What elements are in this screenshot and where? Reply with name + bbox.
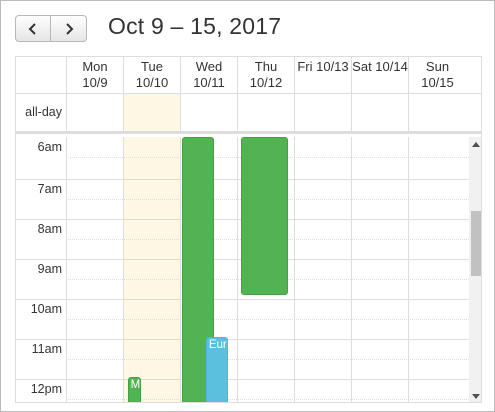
hour-row: 11am bbox=[16, 339, 469, 379]
day-header-date: 10/10 bbox=[135, 75, 169, 90]
column-divider bbox=[123, 137, 124, 402]
day-header-name: Thu bbox=[254, 59, 278, 74]
hour-row: 12pm bbox=[16, 379, 469, 402]
all-day-row: all-day bbox=[16, 94, 481, 134]
next-week-button[interactable] bbox=[51, 15, 87, 42]
day-header-4: Fri 10/13 bbox=[294, 57, 351, 94]
week-view: Mon 10/9 Tue 10/10 Wed 10/11 Thu 10/12 Fri 10/13… bbox=[15, 56, 482, 403]
hour-line bbox=[16, 379, 469, 380]
axis-divider bbox=[66, 57, 67, 94]
nav-button-group bbox=[15, 15, 87, 42]
time-grid[interactable]: 6am 7am 8am 9am 10am 11am 12pm Eur M bbox=[16, 137, 469, 402]
day-header-3: Thu 10/12 bbox=[237, 57, 294, 94]
arrow-up-icon bbox=[472, 142, 480, 147]
all-day-cell[interactable] bbox=[237, 94, 294, 131]
scrollbar-thumb[interactable] bbox=[471, 211, 481, 276]
arrow-down-icon bbox=[472, 394, 480, 399]
chevron-right-icon bbox=[65, 22, 73, 35]
day-header-name: Sat 10/14 bbox=[352, 59, 408, 74]
day-header-name: Sun bbox=[425, 59, 450, 74]
hour-label: 7am bbox=[37, 182, 62, 196]
day-header-1: Tue 10/10 bbox=[123, 57, 180, 94]
hour-line bbox=[16, 339, 469, 340]
prev-week-button[interactable] bbox=[15, 15, 51, 42]
all-day-cell[interactable] bbox=[351, 94, 408, 131]
day-header-date: 10/12 bbox=[249, 75, 283, 90]
day-header-date: 10/9 bbox=[82, 75, 108, 90]
day-header-date: 10/11 bbox=[193, 75, 225, 90]
hour-line bbox=[16, 299, 469, 300]
column-divider bbox=[66, 137, 67, 402]
all-day-cell[interactable] bbox=[66, 94, 123, 131]
calendar-window: Oct 9 – 15, 2017 Mon 10/9 Tue 10/10 Wed 10/11… bbox=[0, 0, 495, 412]
all-day-cell[interactable] bbox=[408, 94, 466, 131]
hour-label: 11am bbox=[31, 342, 62, 356]
column-divider bbox=[408, 137, 409, 402]
calendar-event[interactable]: Eur bbox=[205, 337, 229, 402]
all-day-cell[interactable] bbox=[180, 94, 237, 131]
hour-label: 9am bbox=[37, 262, 62, 276]
event-title: M bbox=[130, 379, 141, 391]
hour-label: 6am bbox=[37, 140, 62, 154]
column-divider bbox=[237, 137, 238, 402]
day-header-name: Wed bbox=[195, 59, 223, 74]
all-day-cell[interactable] bbox=[294, 94, 351, 131]
chevron-left-icon bbox=[28, 22, 36, 35]
column-divider bbox=[294, 137, 295, 402]
all-day-cell[interactable] bbox=[123, 94, 180, 131]
calendar-event[interactable] bbox=[241, 137, 288, 295]
day-header-6: Sun 10/15 bbox=[408, 57, 466, 94]
event-title: Eur bbox=[208, 339, 227, 351]
day-header-0: Mon 10/9 bbox=[66, 57, 123, 94]
column-divider bbox=[351, 137, 352, 402]
hour-row: 10am bbox=[16, 299, 469, 339]
day-header-name: Tue bbox=[141, 59, 163, 74]
calendar-event[interactable]: M bbox=[127, 377, 141, 402]
calendar-title: Oct 9 – 15, 2017 bbox=[108, 13, 282, 39]
hour-label: 10am bbox=[30, 302, 62, 316]
day-header-name: Fri 10/13 bbox=[297, 59, 349, 74]
day-header-5: Sat 10/14 bbox=[351, 57, 408, 94]
day-header-2: Wed 10/11 bbox=[180, 57, 237, 94]
scroll-up-button[interactable] bbox=[469, 137, 481, 151]
day-header-date: 10/15 bbox=[421, 75, 454, 90]
hour-label: 12pm bbox=[30, 382, 62, 396]
day-header-row: Mon 10/9 Tue 10/10 Wed 10/11 Thu 10/12 Fri 10/13… bbox=[16, 57, 481, 94]
all-day-label: all-day bbox=[25, 105, 62, 119]
day-header-name: Mon bbox=[82, 59, 108, 74]
column-divider bbox=[180, 137, 181, 402]
scroll-down-button[interactable] bbox=[469, 390, 481, 402]
hour-label: 8am bbox=[37, 222, 62, 236]
vertical-scrollbar[interactable] bbox=[469, 137, 481, 402]
